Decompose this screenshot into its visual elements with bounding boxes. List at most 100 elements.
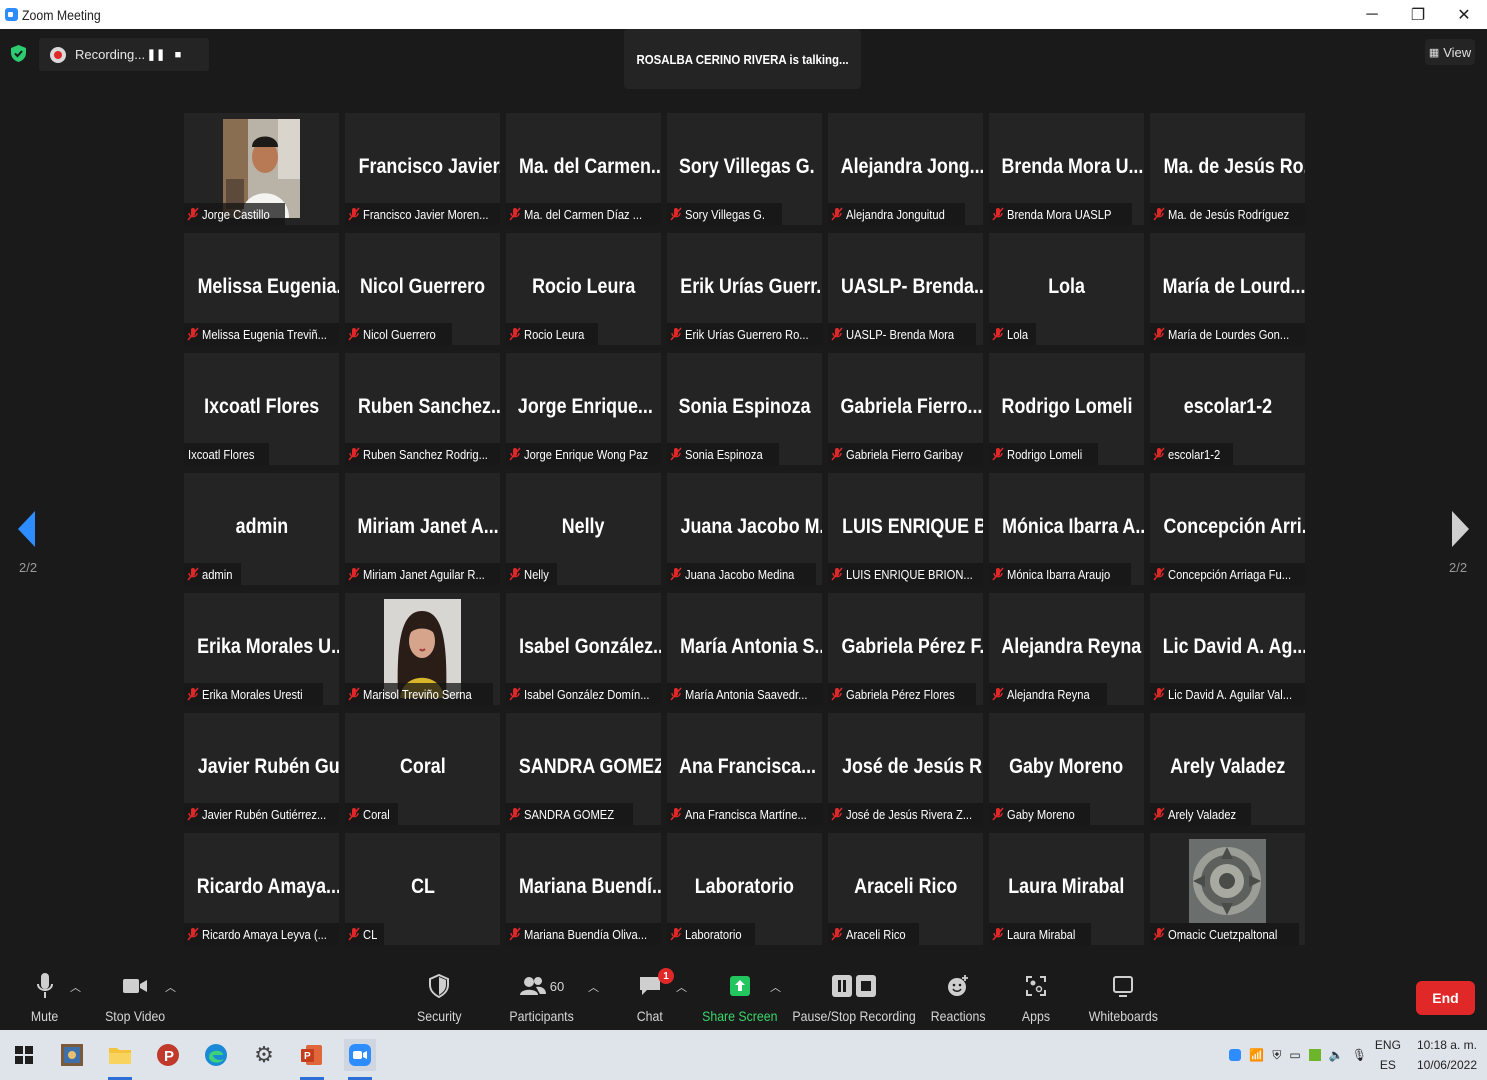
- participant-tile[interactable]: Omacic Cuetzpaltonal: [1150, 833, 1305, 945]
- pause-recording-icon[interactable]: ❚❚: [145, 48, 167, 61]
- minimize-button[interactable]: ─: [1349, 0, 1395, 29]
- muted-mic-icon: [345, 683, 363, 705]
- participant-tile[interactable]: Juana Jacobo M... Juana Jacobo Medina: [667, 473, 822, 585]
- chat-button[interactable]: 1 Chat: [630, 964, 674, 1030]
- chat-options-caret[interactable]: ︿: [676, 979, 687, 995]
- end-meeting-button[interactable]: End: [1416, 981, 1475, 1015]
- participant-tile[interactable]: Ixcoatl Flores Ixcoatl Flores: [184, 353, 339, 465]
- reactions-button[interactable]: Reactions: [930, 964, 986, 1030]
- muted-mic-icon: [828, 563, 846, 585]
- participant-tile[interactable]: UASLP- Brenda... UASLP- Brenda Mora: [828, 233, 983, 345]
- file-explorer-icon[interactable]: [104, 1039, 136, 1080]
- participant-tile[interactable]: Ana Francisca... Ana Francisca Martíne...: [667, 713, 822, 825]
- mute-button[interactable]: Mute: [25, 964, 65, 1030]
- participant-tile[interactable]: Mónica Ibarra A... Mónica Ibarra Araujo: [989, 473, 1144, 585]
- view-button[interactable]: ▦ View: [1425, 39, 1475, 65]
- participant-tile[interactable]: María Antonia S... María Antonia Saavedr.…: [667, 593, 822, 705]
- settings-gear-icon[interactable]: ⚙: [248, 1039, 280, 1071]
- previous-page-arrow[interactable]: [18, 511, 35, 547]
- participant-tile[interactable]: Nicol Guerrero Nicol Guerrero: [345, 233, 500, 345]
- volume-icon[interactable]: 🔈: [1329, 1048, 1344, 1062]
- participant-tile[interactable]: Mariana Buendí... Mariana Buendía Oliva..…: [506, 833, 661, 945]
- participant-tile[interactable]: Sonia Espinoza Sonia Espinoza: [667, 353, 822, 465]
- participant-tile[interactable]: Alejandra Reyna Alejandra Reyna: [989, 593, 1144, 705]
- participant-tile[interactable]: Araceli Rico Araceli Rico: [828, 833, 983, 945]
- podcast-app-icon[interactable]: P: [152, 1039, 184, 1071]
- video-options-caret[interactable]: ︿: [165, 979, 176, 995]
- chat-label: Chat: [636, 1008, 664, 1024]
- defender-icon[interactable]: ⛨: [1272, 1048, 1281, 1063]
- participant-tile[interactable]: Jorge Castillo: [184, 113, 339, 225]
- security-button[interactable]: Security: [414, 964, 464, 1030]
- participant-name-label: SANDRA GOMEZ: [506, 803, 633, 825]
- close-button[interactable]: ✕: [1441, 0, 1487, 29]
- participant-tile[interactable]: Erika Morales U... Erika Morales Uresti: [184, 593, 339, 705]
- participant-tile[interactable]: Laboratorio Laboratorio: [667, 833, 822, 945]
- apps-button[interactable]: Apps: [1018, 964, 1054, 1030]
- pause-stop-recording-button[interactable]: Pause/Stop Recording: [792, 964, 916, 1030]
- participant-tile[interactable]: Isabel González... Isabel González Domín.…: [506, 593, 661, 705]
- participant-tile[interactable]: Laura Mirabal Laura Mirabal: [989, 833, 1144, 945]
- language-indicator[interactable]: ENG ES: [1375, 1035, 1401, 1075]
- participant-tile[interactable]: Ma. del Carmen... Ma. del Carmen Díaz ...: [506, 113, 661, 225]
- participant-tile[interactable]: Concepción Arri... Concepción Arriaga Fu.…: [1150, 473, 1305, 585]
- participant-tile[interactable]: Javier Rubén Gu... Javier Rubén Gutiérrez…: [184, 713, 339, 825]
- participant-tile[interactable]: Coral Coral: [345, 713, 500, 825]
- participant-tile[interactable]: escolar1-2 escolar1-2: [1150, 353, 1305, 465]
- nvidia-icon[interactable]: [1308, 1049, 1321, 1061]
- participant-tile[interactable]: Francisco Javier... Francisco Javier More…: [345, 113, 500, 225]
- battery-icon[interactable]: ▭: [1289, 1048, 1300, 1062]
- participant-tile[interactable]: LUIS ENRIQUE B... LUIS ENRIQUE BRION...: [828, 473, 983, 585]
- encryption-shield-icon[interactable]: [10, 44, 27, 63]
- participant-tile[interactable]: Marisol Treviño Serna: [345, 593, 500, 705]
- participant-tile[interactable]: María de Lourd... María de Lourdes Gon...: [1150, 233, 1305, 345]
- participant-tile[interactable]: Gabriela Fierro... Gabriela Fierro Gariba…: [828, 353, 983, 465]
- windows-start-icon[interactable]: [8, 1039, 40, 1071]
- participant-tile[interactable]: José de Jesús Ri... José de Jesús Rivera …: [828, 713, 983, 825]
- participants-button[interactable]: 60 Participants: [506, 964, 578, 1030]
- participant-tile[interactable]: Alejandra Jong... Alejandra Jonguitud: [828, 113, 983, 225]
- meeting-toolbar: Mute ︿ Stop Video ︿ Security 60 Particip…: [0, 964, 1487, 1030]
- photo-app-icon[interactable]: [56, 1039, 88, 1071]
- participant-tile[interactable]: Jorge Enrique... Jorge Enrique Wong Paz: [506, 353, 661, 465]
- participant-tile[interactable]: Melissa Eugenia... Melissa Eugenia Treviñ…: [184, 233, 339, 345]
- stop-video-button[interactable]: Stop Video: [100, 964, 170, 1030]
- participant-tile[interactable]: SANDRA GOMEZ SANDRA GOMEZ: [506, 713, 661, 825]
- participant-tile[interactable]: Brenda Mora U... Brenda Mora UASLP: [989, 113, 1144, 225]
- participant-tile[interactable]: Sory Villegas G. Sory Villegas G.: [667, 113, 822, 225]
- participant-tile[interactable]: Ma. de Jesús Ro... Ma. de Jesús Rodríguez: [1150, 113, 1305, 225]
- wifi-icon[interactable]: 📶: [1249, 1048, 1264, 1062]
- participant-tile[interactable]: CL CL: [345, 833, 500, 945]
- stop-recording-icon[interactable]: ■: [167, 49, 189, 61]
- participant-tile[interactable]: Arely Valadez Arely Valadez: [1150, 713, 1305, 825]
- participant-tile[interactable]: Erik Urías Guerr... Erik Urías Guerrero R…: [667, 233, 822, 345]
- participant-tile[interactable]: Rocio Leura Rocio Leura: [506, 233, 661, 345]
- participant-tile[interactable]: Lola Lola: [989, 233, 1144, 345]
- participant-name-label: escolar1-2: [1150, 443, 1233, 465]
- participant-tile[interactable]: Lic David A. Ag... Lic David A. Aguilar V…: [1150, 593, 1305, 705]
- participant-tile[interactable]: Miriam Janet A... Miriam Janet Aguilar R.…: [345, 473, 500, 585]
- participant-tile[interactable]: Rodrigo Lomeli Rodrigo Lomeli: [989, 353, 1144, 465]
- restore-button[interactable]: ❐: [1395, 0, 1441, 29]
- zoom-tray-icon[interactable]: [1229, 1049, 1242, 1061]
- zoom-taskbar-icon[interactable]: [344, 1039, 376, 1080]
- powerpoint-icon[interactable]: P: [296, 1039, 328, 1080]
- mic-tray-icon[interactable]: 🎙: [1352, 1048, 1367, 1062]
- participant-tile[interactable]: Ricardo Amaya... Ricardo Amaya Leyva (...: [184, 833, 339, 945]
- audio-options-caret[interactable]: ︿: [70, 979, 81, 995]
- participant-tile[interactable]: Gabriela Pérez F... Gabriela Pérez Flores: [828, 593, 983, 705]
- edge-browser-icon[interactable]: [200, 1039, 232, 1071]
- participant-tile[interactable]: Nelly Nelly: [506, 473, 661, 585]
- participant-name: Araceli Rico: [846, 926, 906, 942]
- share-options-caret[interactable]: ︿: [770, 979, 781, 995]
- next-page-arrow[interactable]: [1452, 511, 1469, 547]
- participants-options-caret[interactable]: ︿: [588, 979, 599, 995]
- share-screen-button[interactable]: Share Screen: [702, 964, 778, 1030]
- clock[interactable]: 10:18 a. m. 10/06/2022: [1417, 1035, 1477, 1075]
- participant-name: Jorge Enrique Wong Paz: [524, 446, 649, 462]
- participant-tile[interactable]: Gaby Moreno Gaby Moreno: [989, 713, 1144, 825]
- whiteboards-button[interactable]: Whiteboards: [1085, 964, 1161, 1030]
- participant-tile[interactable]: Ruben Sanchez... Ruben Sanchez Rodrig...: [345, 353, 500, 465]
- participant-tile[interactable]: admin admin: [184, 473, 339, 585]
- clock-date: 10/06/2022: [1416, 1058, 1477, 1072]
